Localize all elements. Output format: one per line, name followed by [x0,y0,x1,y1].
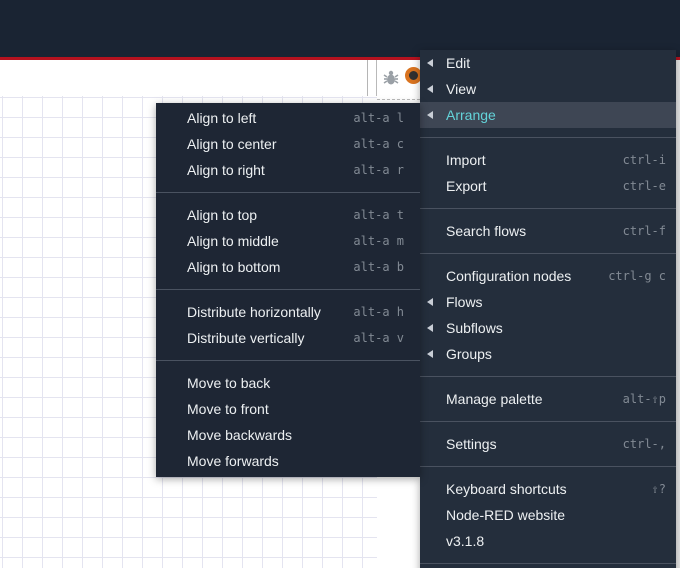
main-menu-item-label: Flows [446,294,483,310]
main-menu-item-label: Node-RED website [446,507,566,523]
arrange-submenu-item-shortcut: alt-a m [353,234,404,248]
debug-tab-icon[interactable] [382,69,400,92]
main-menu-item-label: Groups [446,346,492,362]
submenu-left-arrow-icon [427,350,433,358]
arrange-submenu-item-align-to-top[interactable]: Align to top alt-a t [156,202,420,228]
arrange-submenu-item-align-to-center[interactable]: Align to center alt-a c [156,131,420,157]
arrange-submenu-item-label: Distribute horizontally [187,304,321,320]
arrange-submenu-item-label: Move to front [187,401,269,417]
arrange-submenu-item-align-to-right[interactable]: Align to right alt-a r [156,157,420,183]
main-menu-item-label: Search flows [446,223,527,239]
arrange-submenu-item-label: Distribute vertically [187,330,305,346]
arrange-submenu-item-shortcut: alt-a r [353,163,404,177]
sidebar-scrollbar[interactable] [676,60,680,568]
main-menu-item-node-red-website[interactable]: Node-RED website [420,502,676,528]
main-menu-divider [420,137,676,138]
main-menu-item-export[interactable]: Export ctrl-e [420,173,676,199]
main-menu-item-shortcut: ctrl-, [622,437,666,451]
main-menu-item-label: Configuration nodes [446,268,572,284]
main-menu-divider [420,563,676,564]
arrange-submenu-divider [156,192,420,193]
submenu-left-arrow-icon [427,111,433,119]
main-menu-item-label: Settings [446,436,497,452]
main-menu-divider [420,376,676,377]
arrange-submenu-item-move-backwards[interactable]: Move backwards [156,422,420,448]
arrange-submenu-item-move-to-front[interactable]: Move to front [156,396,420,422]
arrange-submenu-item-move-forwards[interactable]: Move forwards [156,448,420,474]
arrange-submenu-item-move-to-back[interactable]: Move to back [156,370,420,396]
main-menu-item-shortcut: ctrl-g c [608,269,666,283]
arrange-submenu-item-label: Align to center [187,136,277,152]
main-menu-item-view[interactable]: View [420,76,676,102]
arrange-submenu-item-distribute-vertically[interactable]: Distribute vertically alt-a v [156,325,420,351]
main-menu-item-settings[interactable]: Settings ctrl-, [420,431,676,457]
main-menu-item-shortcut: ctrl-i [622,153,666,167]
main-menu-item-groups[interactable]: Groups [420,341,676,367]
main-menu-item-label: View [446,81,477,97]
arrange-submenu-item-label: Move forwards [187,453,279,469]
arrange-submenu-item-distribute-horizontally[interactable]: Distribute horizontally alt-a h [156,299,420,325]
arrange-submenu-divider [156,360,420,361]
sidebar-header-border [377,99,420,100]
main-menu-item-shortcut: alt-⇧p [622,392,666,406]
main-menu-item-label: v3.1.8 [446,533,485,549]
main-menu-divider [420,253,676,254]
main-menu-item-keyboard-shortcuts[interactable]: Keyboard shortcuts ⇧? [420,476,676,502]
sidebar-splitter[interactable] [376,60,377,96]
main-menu-item-edit[interactable]: Edit [420,50,676,76]
arrange-submenu-divider [156,289,420,290]
arrange-submenu-item-label: Align to left [187,110,257,126]
main-menu-item-label: Export [446,178,487,194]
submenu-left-arrow-icon [427,85,433,93]
main-menu-item-shortcut: ⇧? [651,482,666,496]
main-menu-item-flows[interactable]: Flows [420,289,676,315]
arrange-submenu-item-label: Align to bottom [187,259,281,275]
arrange-submenu-item-shortcut: alt-a b [353,260,404,274]
submenu-left-arrow-icon [427,324,433,332]
arrange-submenu-item-shortcut: alt-a c [353,137,404,151]
arrange-submenu-item-shortcut: alt-a h [353,305,404,319]
arrange-submenu-item-label: Align to right [187,162,265,178]
main-menu-item-search-flows[interactable]: Search flows ctrl-f [420,218,676,244]
main-menu-item-manage-palette[interactable]: Manage palette alt-⇧p [420,386,676,412]
main-menu-item-label: Keyboard shortcuts [446,481,567,497]
main-menu-item-label: Edit [446,55,471,71]
main-menu-item-import[interactable]: Import ctrl-i [420,147,676,173]
arrange-submenu-item-label: Move to back [187,375,271,391]
arrange-submenu-item-shortcut: alt-a v [353,331,404,345]
main-menu-item-shortcut: ctrl-f [622,224,666,238]
main-menu-item-v3-1-8[interactable]: v3.1.8 [420,528,676,554]
main-menu: Edit View Arrange Import ctrl-i Export ctrl-e S… [420,50,676,568]
arrange-submenu-item-shortcut: alt-a t [353,208,404,222]
main-menu-item-configuration-nodes[interactable]: Configuration nodes ctrl-g c [420,263,676,289]
main-menu-item-label: Manage palette [446,391,543,407]
main-menu-item-label: Arrange [446,107,496,123]
main-menu-item-shortcut: ctrl-e [622,179,666,193]
main-menu-divider [420,421,676,422]
submenu-left-arrow-icon [427,59,433,67]
arrange-submenu-item-shortcut: alt-a l [353,111,404,125]
main-menu-divider [420,208,676,209]
editor-header [0,0,680,57]
main-menu-divider [420,466,676,467]
arrange-submenu-item-align-to-bottom[interactable]: Align to bottom alt-a b [156,254,420,280]
submenu-left-arrow-icon [427,298,433,306]
arrange-submenu-item-align-to-left[interactable]: Align to left alt-a l [156,105,420,131]
main-menu-item-label: Subflows [446,320,503,336]
workspace-tab-bar [0,60,368,96]
main-menu-item-arrange[interactable]: Arrange [420,102,676,128]
node-red-editor: + Deploy su E [0,0,680,568]
arrange-submenu-item-label: Align to middle [187,233,279,249]
main-menu-item-subflows[interactable]: Subflows [420,315,676,341]
main-menu-item-label: Import [446,152,486,168]
arrange-submenu-item-label: Align to top [187,207,258,223]
arrange-submenu: Align to left alt-a l Align to center alt-a… [156,103,420,477]
arrange-submenu-item-align-to-middle[interactable]: Align to middle alt-a m [156,228,420,254]
arrange-submenu-item-label: Move backwards [187,427,293,443]
